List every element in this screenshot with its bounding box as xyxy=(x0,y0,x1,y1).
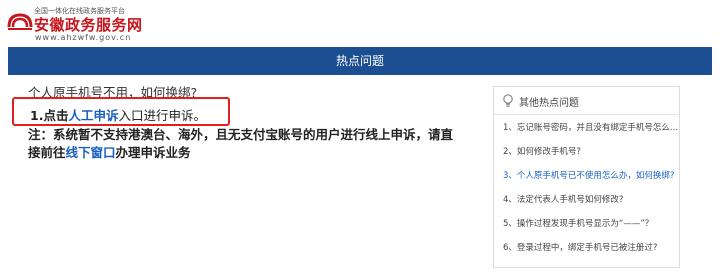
hot-question-item[interactable]: 6、登录过程中，绑定手机号已被注册过? xyxy=(494,236,679,260)
hot-question-item[interactable]: 5、操作过程发现手机号显示为“——”？ xyxy=(494,212,679,236)
step-1: 1.点击人工申诉入口进行申诉。 xyxy=(30,105,206,124)
step-suffix: 入口进行申诉。 xyxy=(118,108,206,123)
section-title: 热点问题 xyxy=(335,54,384,68)
lightbulb-icon xyxy=(503,94,513,107)
answer-panel: 个人原手机号不用，如何换绑? 1.点击人工申诉入口进行申诉。 注：系统暂不支持港… xyxy=(12,84,468,160)
anhui-logo-icon[interactable] xyxy=(6,9,34,37)
hot-question-item[interactable]: 4、法定代表人手机号如何修改? xyxy=(494,188,679,212)
site-header: 全国一体化在线政务服务平台 安徽政务服务网 www.ahzwfw.gov.cn xyxy=(0,0,720,46)
logo-title[interactable]: 安徽政务服务网 xyxy=(34,14,143,35)
note-suffix: 办理申诉业务 xyxy=(115,145,191,160)
other-hot-questions-panel: 其他热点问题 1、忘记账号密码，并且没有绑定手机号怎么... 2、如何修改手机号… xyxy=(493,86,680,268)
hot-question-item[interactable]: 2、如何修改手机号? xyxy=(494,140,679,164)
logo-url: www.ahzwfw.gov.cn xyxy=(35,33,132,42)
section-title-bar: 热点问题 xyxy=(8,47,712,75)
hot-question-item-active[interactable]: 3、个人原手机号已不使用怎么办，如何换绑? xyxy=(494,164,679,188)
step-prefix: 1.点击 xyxy=(30,108,69,123)
hot-question-item[interactable]: 1、忘记账号密码，并且没有绑定手机号怎么... xyxy=(494,116,679,140)
hot-question-list: 1、忘记账号密码，并且没有绑定手机号怎么... 2、如何修改手机号? 3、个人原… xyxy=(494,116,679,260)
manual-appeal-link[interactable]: 人工申诉 xyxy=(68,108,118,123)
sidebar-header: 其他热点问题 xyxy=(494,87,679,115)
sidebar-title: 其他热点问题 xyxy=(519,98,579,109)
note-text: 注：系统暂不支持港澳台、海外，且无支付宝账号的用户进行线上申诉，请直接前往线下窗… xyxy=(28,126,464,162)
offline-window-link[interactable]: 线下窗口 xyxy=(66,145,116,160)
